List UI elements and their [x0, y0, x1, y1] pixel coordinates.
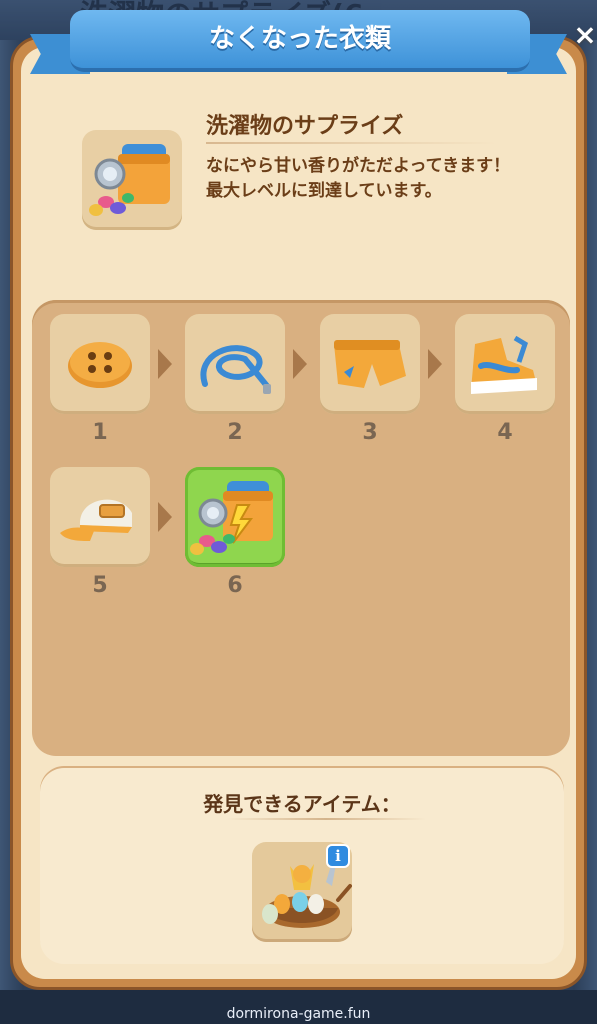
info-button[interactable]: i [326, 844, 350, 868]
chain-arrow-2 [293, 349, 307, 379]
cap-icon [60, 499, 132, 541]
chain-item-1[interactable] [50, 314, 150, 414]
button-icon [68, 342, 132, 388]
window-title: なくなった衣類 [70, 10, 530, 72]
max-level-status: 最大レベルに到達しています。 [206, 181, 442, 201]
shorts-icon [334, 340, 406, 388]
description-text: なにやら甘い香りがただよってきます！ [206, 156, 511, 176]
watermark-text: dormirona-game.fun [226, 1006, 371, 1022]
chain-item-6[interactable] [185, 467, 285, 567]
washing-machine-icon [89, 144, 170, 216]
discover-divider [226, 818, 426, 820]
chain-item-3[interactable] [320, 314, 420, 414]
chain-item-2[interactable] [185, 314, 285, 414]
chain-level-5: 5 [92, 573, 108, 598]
shoelace-icon [200, 345, 271, 394]
chain-level-2: 2 [227, 420, 243, 445]
discoverable-items-title: 発見できるアイテム： [203, 792, 401, 816]
washing-machine-icon [190, 481, 273, 555]
chain-item-5[interactable] [50, 467, 150, 567]
chain-arrow-1 [158, 349, 172, 379]
chain-level-6: 6 [227, 573, 243, 598]
chain-arrow-4 [158, 502, 172, 532]
discoverable-items-panel: 発見できるアイテム： [40, 768, 564, 964]
sneaker-icon [471, 335, 537, 394]
chain-level-4: 4 [497, 420, 513, 445]
item-name: 洗濯物のサプライズ [206, 114, 404, 139]
chain-level-3: 3 [362, 420, 378, 445]
chain-item-4[interactable] [455, 314, 555, 414]
close-button[interactable]: × [570, 18, 597, 54]
chain-arrow-3 [428, 349, 442, 379]
item-preview-tile [82, 130, 182, 230]
item-description: なにやら甘い香りがただよってきます！ 最大レベルに到達しています。 [206, 154, 556, 204]
title-divider [206, 142, 496, 144]
chain-level-1: 1 [92, 420, 108, 445]
